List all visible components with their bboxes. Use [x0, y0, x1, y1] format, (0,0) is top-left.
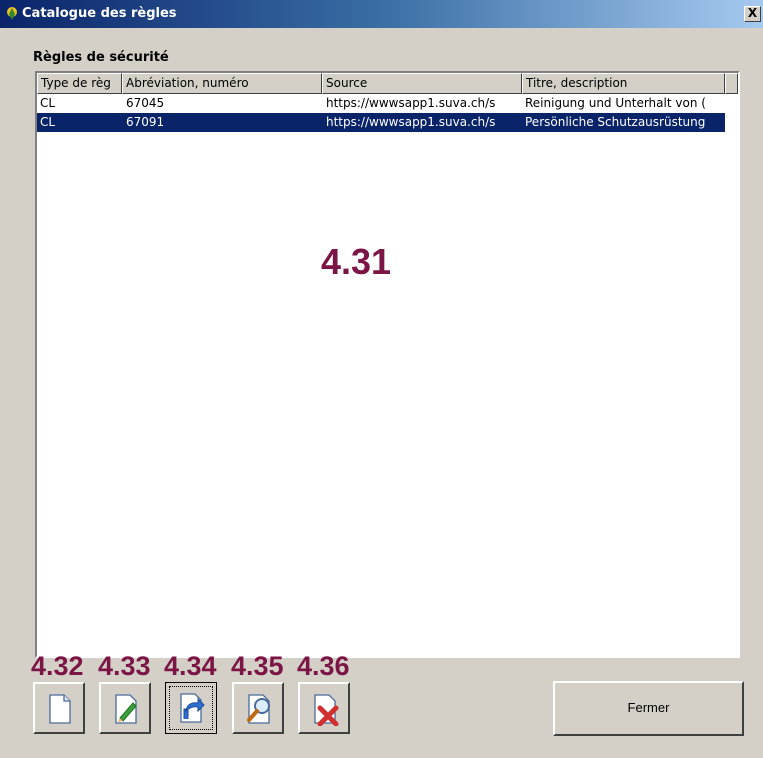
preview-magnifier-icon: [247, 694, 270, 724]
delete-document-icon: [314, 694, 339, 726]
annotation-new: 4.32: [31, 651, 84, 681]
column-header-source[interactable]: Source: [322, 73, 522, 94]
close-dialog-button[interactable]: Fermer: [553, 681, 744, 736]
table-row-selected[interactable]: CL 67091 https://wwwsapp1.suva.ch/s Pers…: [37, 113, 725, 132]
cell-abbreviation: 67045: [126, 96, 165, 110]
cell-title: Persönliche Schutzausrüstung: [525, 115, 706, 129]
column-header-type[interactable]: Type de règ: [37, 73, 122, 94]
cell-title: Reinigung und Unterhalt von (: [525, 96, 706, 110]
rules-list[interactable]: Type de règ Abréviation, numéro Source T…: [35, 71, 740, 658]
new-button[interactable]: [33, 682, 85, 734]
column-header-title[interactable]: Titre, description: [522, 73, 725, 94]
cell-abbreviation: 67091: [126, 115, 165, 129]
title-bar[interactable]: Catalogue des règles X: [0, 0, 763, 28]
cell-source: https://wwwsapp1.suva.ch/s: [326, 96, 496, 110]
window-title: Catalogue des règles: [22, 6, 177, 21]
column-header-filler: [725, 73, 738, 94]
new-document-icon: [49, 694, 71, 724]
delete-button[interactable]: [298, 682, 350, 734]
annotation-main: 4.31: [321, 241, 392, 282]
edit-pencil-icon: [115, 694, 137, 724]
cell-type: CL: [40, 96, 56, 110]
table-row[interactable]: CL 67045 https://wwwsapp1.suva.ch/s Rein…: [37, 94, 725, 113]
annotation-link: 4.34: [164, 651, 217, 681]
app-icon: [7, 7, 17, 20]
annotation-edit: 4.33: [98, 651, 151, 681]
annotation-delete: 4.36: [297, 651, 350, 681]
list-header: Type de règ Abréviation, numéro Source T…: [37, 73, 738, 94]
window-close-button[interactable]: X: [744, 6, 761, 22]
open-link-icon: [180, 693, 205, 723]
preview-button[interactable]: [232, 682, 284, 734]
annotation-preview: 4.35: [231, 651, 284, 681]
section-label: Règles de sécurité: [33, 50, 169, 65]
cell-type: CL: [40, 115, 56, 129]
edit-button[interactable]: [99, 682, 151, 734]
cell-source: https://wwwsapp1.suva.ch/s: [326, 115, 496, 129]
dialog-window: Catalogue des règles X Règles de sécurit…: [0, 0, 763, 758]
column-header-abbreviation[interactable]: Abréviation, numéro: [122, 73, 322, 94]
open-link-button[interactable]: [165, 682, 217, 734]
